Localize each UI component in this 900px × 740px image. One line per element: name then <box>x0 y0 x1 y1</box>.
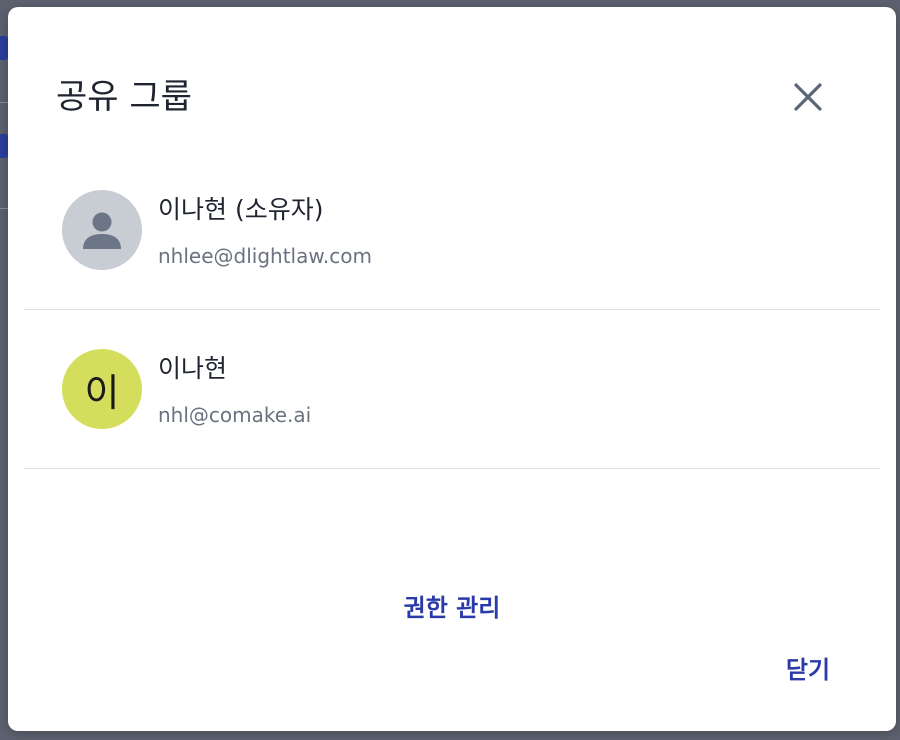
close-icon[interactable] <box>793 82 823 112</box>
background-divider <box>0 102 8 103</box>
manage-permissions-button[interactable]: 권한 관리 <box>8 593 896 623</box>
member-name: 이나현 (소유자) <box>158 195 324 224</box>
dialog-title: 공유 그룹 <box>56 77 192 117</box>
member-email: nhlee@dlightlaw.com <box>158 244 372 268</box>
avatar <box>62 190 142 270</box>
member-row: 이 이나현 nhl@comake.ai <box>24 310 880 469</box>
close-button[interactable] <box>786 75 830 119</box>
avatar: 이 <box>62 349 142 429</box>
member-email: nhl@comake.ai <box>158 403 312 427</box>
background-divider <box>0 208 8 209</box>
person-icon <box>83 212 121 249</box>
share-group-dialog: 공유 그룹 이나현 (소유자) nhlee@dlightlaw.com 이 이나… <box>8 7 896 731</box>
member-row: 이나현 (소유자) nhlee@dlightlaw.com <box>24 151 880 310</box>
background-marker <box>0 36 8 60</box>
member-name: 이나현 <box>158 354 228 383</box>
background-marker <box>0 134 8 158</box>
close-text-button[interactable]: 닫기 <box>768 655 848 685</box>
